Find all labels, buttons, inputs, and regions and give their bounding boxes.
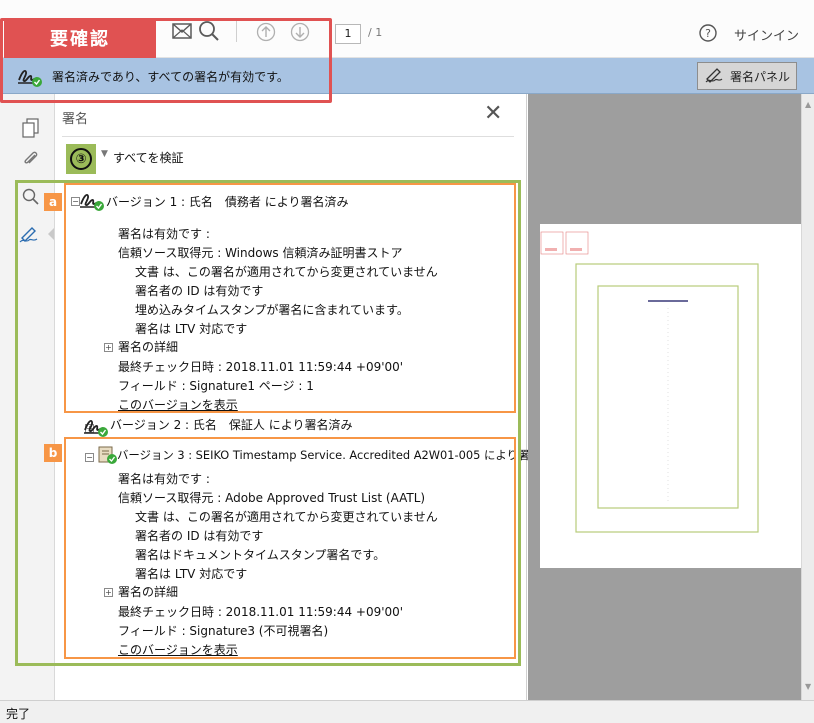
pages-icon[interactable] xyxy=(22,118,40,141)
attention-callout-label: 要確認 xyxy=(4,18,156,58)
page-total: / 1 xyxy=(368,26,383,39)
document-viewer[interactable]: ▲ ▼ xyxy=(528,94,814,700)
status-bar: 完了 xyxy=(0,700,814,723)
signin-link[interactable]: サインイン xyxy=(734,25,799,44)
svg-text:?: ? xyxy=(705,27,711,40)
signature-a-tag: a xyxy=(44,193,62,211)
divider xyxy=(62,136,514,137)
verify-all-button[interactable]: すべてを検証 xyxy=(113,149,183,166)
vertical-scrollbar[interactable]: ▲ ▼ xyxy=(801,94,814,700)
signature-b-tag: b xyxy=(44,444,62,462)
signature-pen-icon xyxy=(704,66,728,87)
signature-a-highlight xyxy=(64,183,516,413)
step-number-text: ③ xyxy=(70,148,92,170)
signature-panel-button-label: 署名パネル xyxy=(729,69,790,84)
signature-panel-button[interactable]: 署名パネル xyxy=(697,62,797,90)
chevron-down-icon[interactable]: ▼ xyxy=(101,149,108,159)
status-text: 完了 xyxy=(6,707,31,721)
chevron-up-icon[interactable]: ▲ xyxy=(805,100,811,109)
step-number-badge: ③ xyxy=(66,144,96,174)
attachment-icon[interactable] xyxy=(22,149,40,172)
panel-title: 署名 xyxy=(62,112,89,127)
document-page-thumbnail xyxy=(540,224,814,568)
close-icon[interactable]: ✕ xyxy=(484,103,502,125)
chevron-down-icon[interactable]: ▼ xyxy=(805,682,811,691)
help-icon[interactable]: ? xyxy=(699,24,717,45)
page-number-input[interactable]: 1 xyxy=(335,24,361,44)
signature-b-highlight xyxy=(64,437,516,659)
